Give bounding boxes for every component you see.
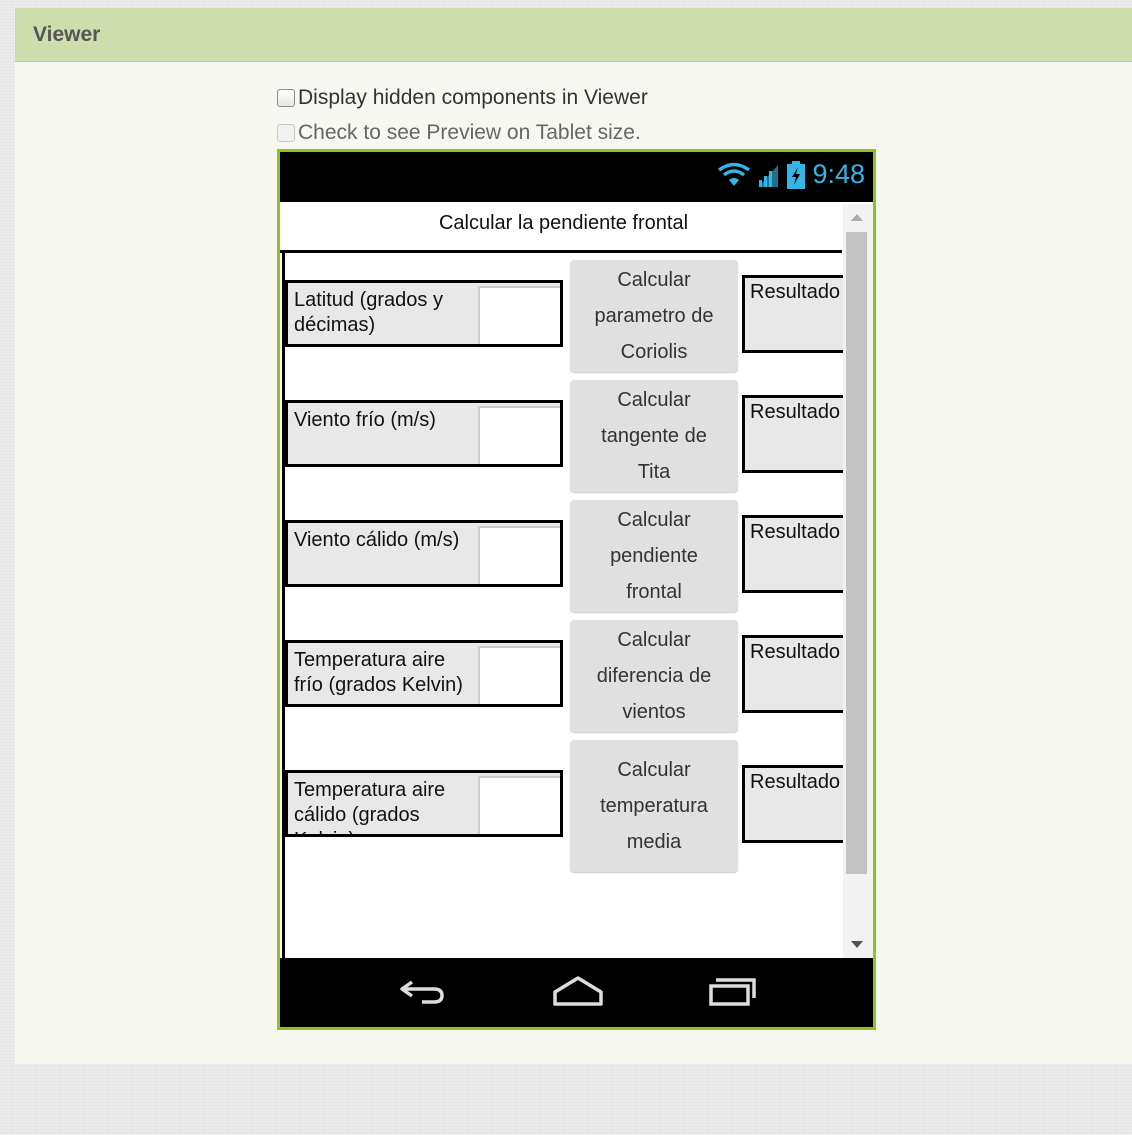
content-border	[282, 253, 285, 958]
label-temp-frio: Temperatura aire frío (grados Kelvin)	[294, 649, 463, 696]
result-pendiente: Resultado	[742, 515, 843, 593]
result-diferencia: Resultado	[742, 635, 843, 713]
signal-icon	[758, 164, 779, 187]
input-group-viento-frio: Viento frío (m/s)	[285, 400, 563, 467]
display-hidden-checkbox[interactable]	[277, 89, 295, 107]
recent-apps-icon[interactable]	[708, 974, 760, 1008]
label-viento-frio: Viento frío (m/s)	[294, 409, 436, 431]
battery-charging-icon	[787, 160, 806, 189]
wifi-icon	[718, 162, 751, 186]
label-latitud: Latitud (grados y décimas)	[294, 289, 443, 336]
tablet-preview-checkbox	[277, 124, 295, 142]
scroll-up-arrow-icon[interactable]	[851, 214, 863, 221]
button-calcular-tangente[interactable]: Calcular tangente de Tita	[570, 380, 738, 492]
home-icon[interactable]	[552, 974, 604, 1008]
button-calcular-pendiente[interactable]: Calcular pendiente frontal	[570, 500, 738, 612]
scroll-down-arrow-icon[interactable]	[851, 941, 863, 948]
result-coriolis: Resultado	[742, 275, 843, 353]
phone-preview: 9:48 Calcular la pendiente frontal Latit…	[277, 149, 876, 1030]
display-hidden-label: Display hidden components in Viewer	[298, 86, 648, 109]
back-icon[interactable]	[398, 974, 448, 1008]
button-calcular-temperatura[interactable]: Calcular temperatura media	[570, 740, 738, 872]
input-temp-calido[interactable]	[478, 776, 560, 834]
result-tangente: Resultado	[742, 395, 843, 473]
input-group-viento-calido: Viento cálido (m/s)	[285, 520, 563, 587]
input-temp-frio[interactable]	[478, 646, 560, 704]
input-viento-calido[interactable]	[478, 526, 560, 584]
input-latitud[interactable]	[478, 286, 560, 344]
viewer-header: Viewer	[15, 8, 1132, 62]
viewer-title: Viewer	[33, 22, 101, 46]
input-group-temp-calido: Temperatura aire cálido (grados Kelvin)	[285, 770, 563, 837]
input-group-latitud: Latitud (grados y décimas)	[285, 280, 563, 347]
tablet-preview-label: Check to see Preview on Tablet size.	[298, 121, 641, 144]
input-viento-frio[interactable]	[478, 406, 560, 464]
navigation-bar	[280, 958, 873, 1027]
app-screen[interactable]: Calcular la pendiente frontal Latitud (g…	[280, 202, 873, 958]
result-temperatura: Resultado	[742, 765, 843, 843]
status-bar: 9:48	[280, 152, 873, 202]
display-hidden-option[interactable]: Display hidden components in Viewer	[277, 86, 648, 110]
scrollbar-thumb[interactable]	[846, 232, 867, 874]
label-temp-calido: Temperatura aire cálido (grados Kelvin)	[294, 779, 446, 834]
input-group-temp-frio: Temperatura aire frío (grados Kelvin)	[285, 640, 563, 707]
label-viento-calido: Viento cálido (m/s)	[294, 529, 460, 551]
title-divider	[280, 250, 842, 253]
tablet-preview-option: Check to see Preview on Tablet size.	[277, 121, 641, 145]
button-calcular-diferencia[interactable]: Calcular diferencia de vientos	[570, 620, 738, 732]
screen-title: Calcular la pendiente frontal	[438, 212, 689, 234]
vertical-scrollbar[interactable]	[843, 204, 873, 958]
button-calcular-coriolis[interactable]: Calcular parametro de Coriolis	[570, 260, 738, 372]
status-clock: 9:48	[812, 159, 865, 189]
